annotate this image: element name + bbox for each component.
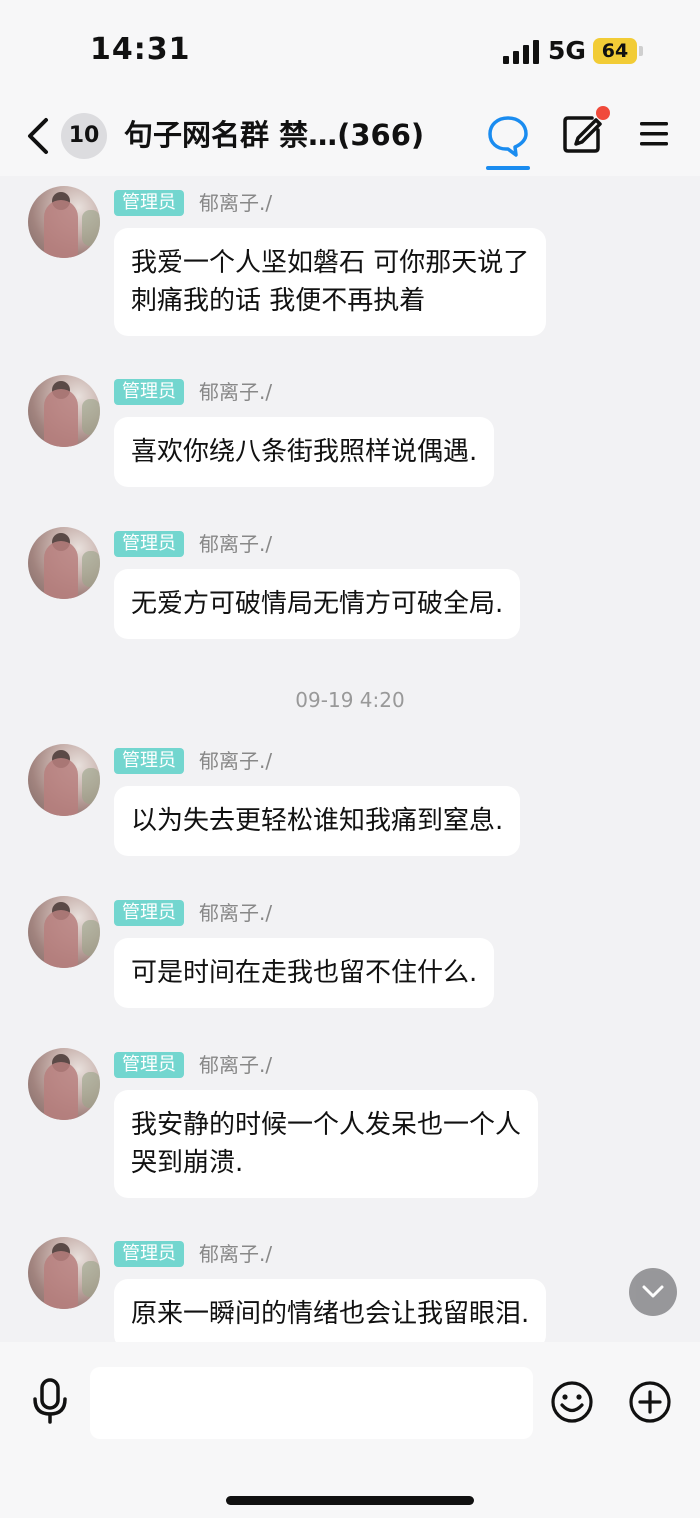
avatar[interactable]: [28, 527, 100, 599]
message-bubble[interactable]: 喜欢你绕八条街我照样说偶遇.: [114, 417, 495, 487]
message-bubble[interactable]: 原来一瞬间的情绪也会让我留眼泪.: [114, 1279, 547, 1342]
status-bar: 14:31 5G 64: [0, 0, 700, 100]
message-text-line: 可是时间在走我也留不住什么.: [131, 958, 478, 988]
signal-icon: [503, 40, 539, 64]
emoji-icon[interactable]: [550, 1380, 594, 1424]
sender-name[interactable]: 郁离子./: [199, 899, 272, 927]
message-text-line: 我安静的时候一个人发呆也一个人: [131, 1110, 522, 1140]
avatar[interactable]: [28, 1237, 100, 1309]
input-bar: [0, 1342, 700, 1518]
active-tab-indicator: [486, 166, 530, 170]
sender-name[interactable]: 郁离子./: [199, 1051, 272, 1079]
battery-tip: [639, 46, 643, 56]
message-text-line: 刺痛我的话 我便不再执着: [131, 286, 426, 316]
message-text-line: 原来一瞬间的情绪也会让我留眼泪.: [131, 1299, 530, 1329]
role-badge: 管理员: [114, 379, 184, 405]
avatar[interactable]: [28, 744, 100, 816]
unread-badge[interactable]: 10: [61, 113, 107, 159]
sender-name[interactable]: 郁离子./: [199, 189, 272, 217]
menu-icon[interactable]: [638, 118, 670, 150]
role-badge: 管理员: [114, 1052, 184, 1078]
role-badge: 管理员: [114, 748, 184, 774]
message-text-line: 喜欢你绕八条街我照样说偶遇.: [131, 437, 478, 467]
sender-name[interactable]: 郁离子./: [199, 747, 272, 775]
sender-name[interactable]: 郁离子./: [199, 1240, 272, 1268]
avatar[interactable]: [28, 375, 100, 447]
avatar[interactable]: [28, 896, 100, 968]
chat-title[interactable]: 句子网名群 禁…(366): [124, 115, 424, 155]
plus-icon[interactable]: [628, 1380, 672, 1424]
message-text-line: 我爱一个人坚如磐石 可你那天说了: [131, 248, 530, 278]
role-badge: 管理员: [114, 531, 184, 557]
scroll-to-bottom-button[interactable]: [629, 1268, 677, 1316]
timestamp: 09-19 4:20: [295, 688, 405, 712]
message-list[interactable]: 管理员 郁离子./ 我爱一个人坚如磐石 可你那天说了 刺痛我的话 我便不再执着 …: [0, 176, 700, 1342]
network-label: 5G: [548, 36, 586, 65]
message-bubble[interactable]: 可是时间在走我也留不住什么.: [114, 938, 495, 1008]
nav-bar: 10 句子网名群 禁…(366): [0, 100, 700, 176]
mic-icon[interactable]: [32, 1378, 68, 1424]
battery-icon: 64: [593, 38, 637, 64]
message-text-line: 哭到崩溃.: [131, 1148, 244, 1178]
home-indicator[interactable]: [226, 1496, 474, 1505]
sender-name[interactable]: 郁离子./: [199, 530, 272, 558]
message-text-line: 以为失去更轻松谁知我痛到窒息.: [131, 806, 504, 836]
role-badge: 管理员: [114, 1241, 184, 1267]
status-time: 14:31: [90, 32, 191, 67]
message-input[interactable]: [90, 1367, 533, 1439]
message-bubble[interactable]: 以为失去更轻松谁知我痛到窒息.: [114, 786, 521, 856]
role-badge: 管理员: [114, 190, 184, 216]
chevron-down-icon: [642, 1285, 664, 1298]
sender-name[interactable]: 郁离子./: [199, 378, 272, 406]
message-text-line: 无爱方可破情局无情方可破全局.: [131, 589, 504, 619]
notification-dot: [596, 106, 610, 120]
role-badge: 管理员: [114, 900, 184, 926]
chat-bubble-icon[interactable]: [486, 114, 530, 158]
back-icon[interactable]: [24, 116, 52, 156]
message-bubble[interactable]: 我爱一个人坚如磐石 可你那天说了 刺痛我的话 我便不再执着: [114, 228, 547, 336]
edit-icon[interactable]: [562, 114, 602, 154]
avatar[interactable]: [28, 186, 100, 258]
avatar[interactable]: [28, 1048, 100, 1120]
message-bubble[interactable]: 我安静的时候一个人发呆也一个人 哭到崩溃.: [114, 1090, 539, 1198]
message-bubble[interactable]: 无爱方可破情局无情方可破全局.: [114, 569, 521, 639]
battery-level: 64: [601, 40, 629, 62]
